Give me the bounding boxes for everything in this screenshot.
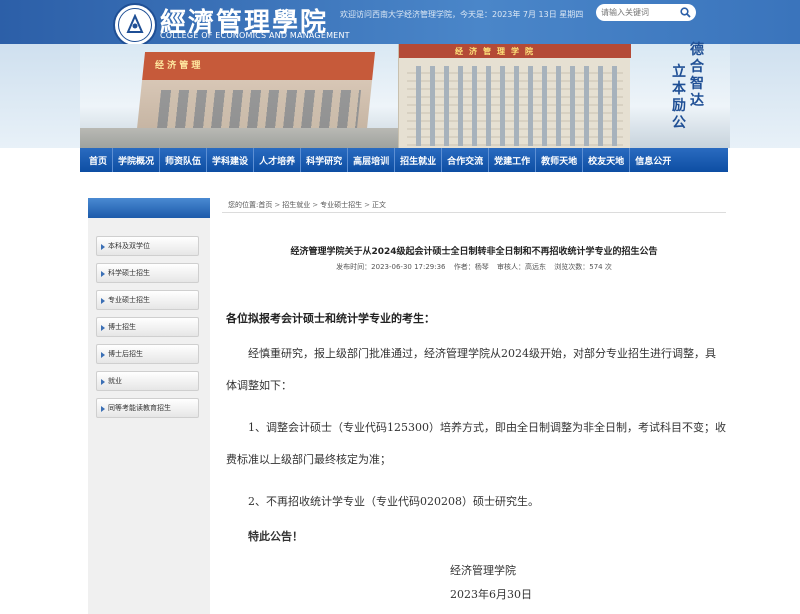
nav-item-overview[interactable]: 学院概况 <box>113 148 161 172</box>
sidebar-item-professional-master[interactable]: 专业硕士招生 <box>96 290 199 310</box>
banner-plaza <box>80 128 410 148</box>
sidebar-item-postdoc[interactable]: 博士后招生 <box>96 344 199 364</box>
college-motto: 德 合 智 达 立 本 励 公 <box>668 42 718 132</box>
sidebar-header <box>88 198 210 218</box>
search-button[interactable] <box>678 6 692 19</box>
site-header: 經濟管理學院 COLLEGE OF ECONOMICS AND MANAGEME… <box>0 0 800 148</box>
header-topbar: 經濟管理學院 COLLEGE OF ECONOMICS AND MANAGEME… <box>0 0 800 47</box>
seal-inner-ring <box>118 8 152 42</box>
breadcrumb-separator: > <box>274 201 281 209</box>
college-logo-english: COLLEGE OF ECONOMICS AND MANAGEMENT <box>160 31 350 40</box>
motto-char: 公 <box>672 115 686 131</box>
breadcrumb-home[interactable]: 首页 <box>258 200 272 210</box>
building-main-sign: 经济管理学院 <box>455 47 539 56</box>
building-main-windows <box>407 66 623 146</box>
motto-char: 智 <box>690 76 704 92</box>
motto-char: 合 <box>690 59 704 75</box>
article-notice: 特此公告！ <box>248 530 303 543</box>
nav-item-research[interactable]: 科学研究 <box>301 148 349 172</box>
breadcrumb-prefix: 您的位置: <box>228 201 259 209</box>
motto-char: 立 <box>672 64 686 80</box>
main-nav: 首页 学院概况 师资队伍 学科建设 人才培养 科学研究 高层培训 招生就业 合作… <box>80 148 728 172</box>
article-meta: 发布时间：2023-06-30 17:29:36 作者：杨琴 审核人：高远东 浏… <box>222 262 726 272</box>
breadcrumb: 您的位置: 首页 > 招生就业 > 专业硕士招生 > 正文 <box>222 198 726 213</box>
sidebar-list: 本科及双学位 科学硕士招生 专业硕士招生 博士招生 博士后招生 就业 同等考能读… <box>88 218 210 418</box>
motto-char: 达 <box>690 93 704 109</box>
signature-date: 2023年6月30日 <box>450 588 532 601</box>
seal-emblem-icon <box>126 14 144 33</box>
nav-item-party[interactable]: 党建工作 <box>489 148 537 172</box>
sidebar: 本科及双学位 科学硕士招生 专业硕士招生 博士招生 博士后招生 就业 同等考能读… <box>88 198 210 614</box>
sidebar-item-undergraduate[interactable]: 本科及双学位 <box>96 236 199 256</box>
search-box <box>596 4 696 21</box>
breadcrumb-separator: > <box>312 201 319 209</box>
article-content: 您的位置: 首页 > 招生就业 > 专业硕士招生 > 正文 经济管理学院关于从2… <box>222 198 726 614</box>
meta-views: 浏览次数：574 次 <box>554 263 612 271</box>
sidebar-item-equivalent-education[interactable]: 同等考能读教育招生 <box>96 398 199 418</box>
breadcrumb-separator: > <box>364 201 370 209</box>
nav-item-disclosure[interactable]: 信息公开 <box>630 148 676 172</box>
motto-char: 本 <box>672 81 686 97</box>
nav-item-training[interactable]: 高层培训 <box>348 148 396 172</box>
nav-item-alumni[interactable]: 校友天地 <box>583 148 631 172</box>
article-paragraph: 1、调整会计硕士（专业代码125300）培养方式，即由全日制调整为非全日制，考试… <box>226 421 726 466</box>
article-paragraph: 经慎重研究，报上级部门批准通过，经济管理学院从2024级开始，对部分专业招生进行… <box>226 347 716 392</box>
breadcrumb-admissions[interactable]: 招生就业 <box>282 200 310 210</box>
breadcrumb-professional-master[interactable]: 专业硕士招生 <box>320 200 362 210</box>
sidebar-item-employment[interactable]: 就业 <box>96 371 199 391</box>
nav-item-discipline[interactable]: 学科建设 <box>207 148 255 172</box>
motto-column-right: 德 合 智 达 <box>690 42 706 110</box>
nav-item-teachers[interactable]: 教师天地 <box>536 148 584 172</box>
search-input[interactable] <box>601 8 671 17</box>
sidebar-item-academic-master[interactable]: 科学硕士招生 <box>96 263 199 283</box>
motto-char: 励 <box>672 98 686 114</box>
signature-organization: 经济管理学院 <box>450 564 516 577</box>
nav-item-education[interactable]: 人才培养 <box>254 148 302 172</box>
motto-char: 德 <box>690 42 704 58</box>
campus-banner-image: 经 济 管 理 经济管理学院 <box>80 44 730 148</box>
search-icon <box>679 7 691 18</box>
breadcrumb-current: 正文 <box>371 201 386 209</box>
article-paragraph: 2、不再招收统计学专业（专业代码020208）硕士研究生。 <box>248 495 539 508</box>
nav-item-admissions[interactable]: 招生就业 <box>395 148 443 172</box>
welcome-text: 欢迎访问西南大学经济管理学院，今天是：2023年 7月 13日 星期四 <box>340 10 584 19</box>
sidebar-item-doctoral[interactable]: 博士招生 <box>96 317 199 337</box>
motto-column-left: 立 本 励 公 <box>672 64 688 132</box>
meta-author: 作者：杨琴 <box>453 263 489 271</box>
nav-item-home[interactable]: 首页 <box>84 148 114 172</box>
meta-published: 发布时间：2023-06-30 17:29:36 <box>336 263 446 271</box>
nav-item-faculty[interactable]: 师资队伍 <box>160 148 208 172</box>
nav-item-cooperation[interactable]: 合作交流 <box>442 148 490 172</box>
banner-building-main: 经济管理学院 <box>398 44 631 148</box>
building-left-sign: 经 济 管 理 <box>155 61 201 71</box>
meta-reviewer: 审核人：高远东 <box>497 263 546 271</box>
article-title: 经济管理学院关于从2024级起会计硕士全日制转非全日制和不再招收统计学专业的招生… <box>290 247 658 257</box>
university-seal-logo[interactable] <box>113 3 157 47</box>
article-salutation: 各位拟报考会计硕士和统计学专业的考生： <box>226 312 435 325</box>
